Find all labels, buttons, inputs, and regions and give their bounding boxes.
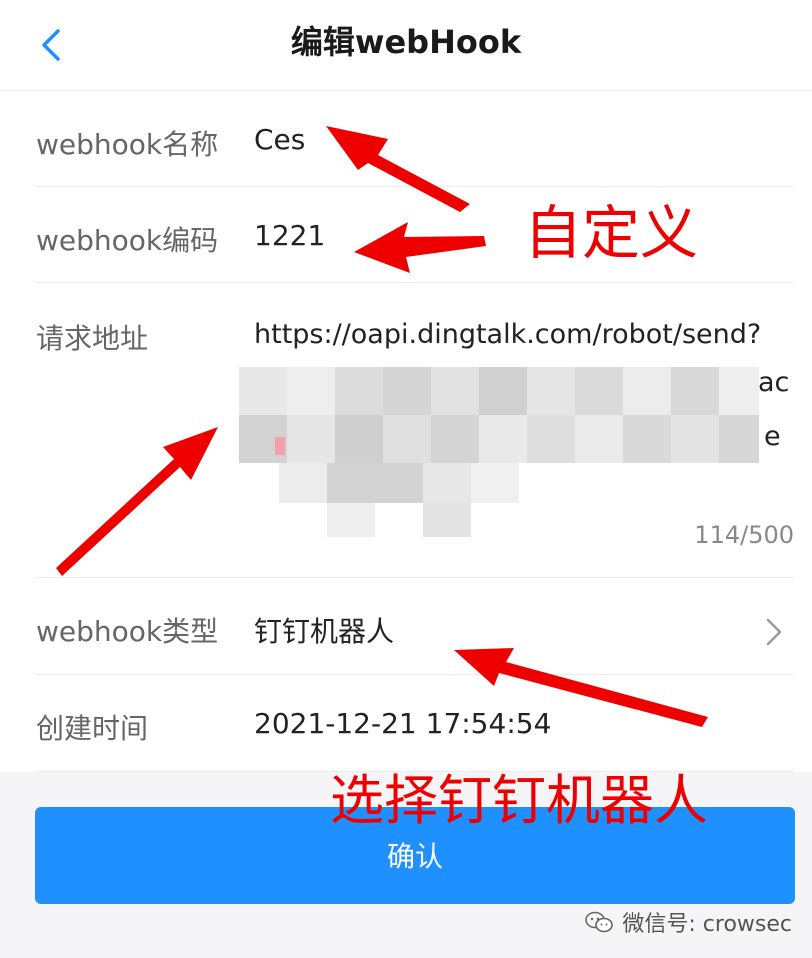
char-counter: 114/500: [694, 521, 794, 549]
field-label-code: webhook编码: [36, 224, 219, 257]
url-line-3-tail: e: [764, 421, 781, 452]
wechat-icon: [585, 911, 614, 933]
url-line-1: https://oapi.dingtalk.com/robot/send?: [254, 319, 762, 350]
annotation-choose: 选择钉钉机器人: [330, 769, 708, 832]
field-label-created: 创建时间: [36, 712, 149, 745]
code-input[interactable]: 1221: [254, 219, 325, 252]
field-label-url: 请求地址: [36, 322, 149, 355]
name-input[interactable]: Ces: [254, 123, 305, 156]
form-row-name: webhook名称 Ces: [36, 91, 794, 187]
chevron-right-icon: [766, 618, 782, 646]
redacted-mosaic: [239, 367, 789, 537]
url-line-2-tail: ac: [758, 367, 790, 398]
page-title: 编辑webHook: [290, 23, 522, 61]
field-label-type: webhook类型: [36, 615, 219, 648]
type-select-value[interactable]: 钉钉机器人: [254, 610, 394, 650]
watermark-text: 微信号: crowsec: [622, 912, 792, 937]
annotation-custom: 自定义: [524, 199, 699, 267]
field-label-name: webhook名称: [36, 128, 219, 161]
created-time: 2021-12-21 17:54:54: [254, 707, 552, 740]
nav-bar: 编辑webHook: [0, 0, 812, 91]
form-row-url: 请求地址 https://oapi.dingtalk.com/robot/sen…: [36, 283, 794, 578]
form-row-type[interactable]: webhook类型 钉钉机器人: [36, 578, 794, 675]
watermark: 微信号: crowsec: [584, 906, 792, 938]
